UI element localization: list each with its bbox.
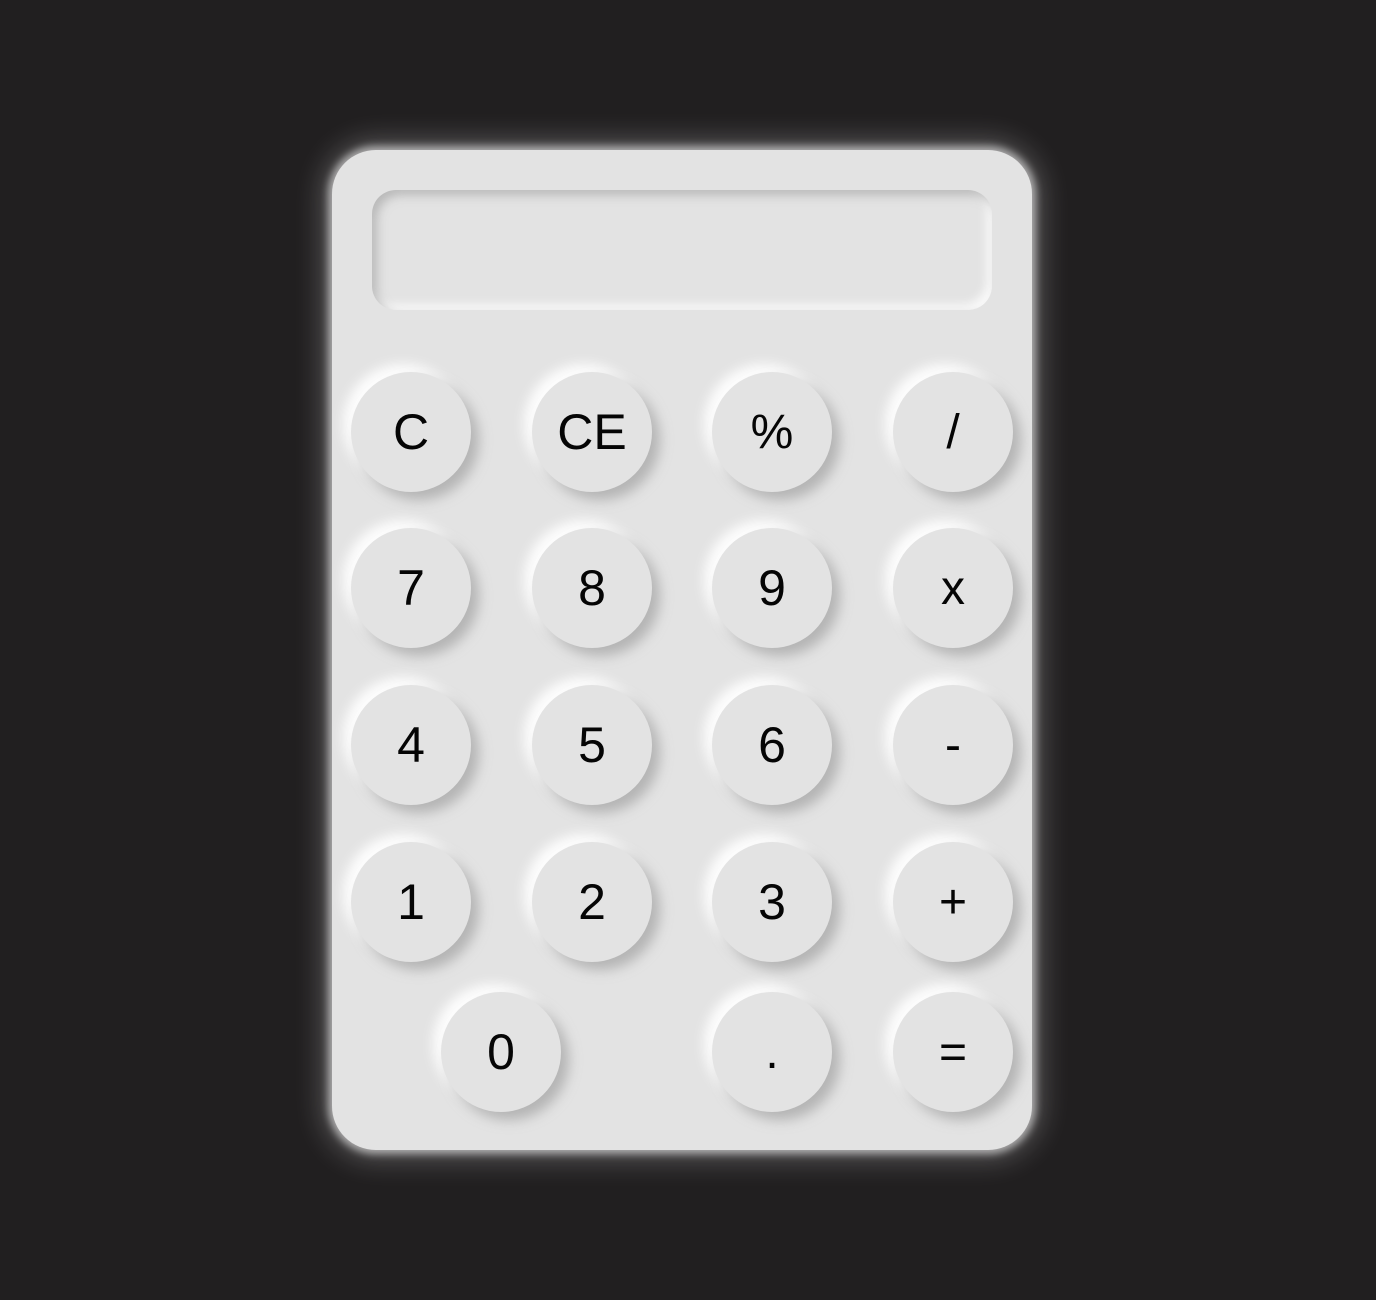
clear-button[interactable]: C	[351, 372, 471, 492]
multiply-button[interactable]: x	[893, 528, 1013, 648]
zero-button[interactable]: 0	[441, 992, 561, 1112]
four-button[interactable]: 4	[351, 685, 471, 805]
two-button[interactable]: 2	[532, 842, 652, 962]
seven-button[interactable]: 7	[351, 528, 471, 648]
add-button[interactable]: +	[893, 842, 1013, 962]
subtract-button[interactable]: -	[893, 685, 1013, 805]
percent-button[interactable]: %	[712, 372, 832, 492]
three-button[interactable]: 3	[712, 842, 832, 962]
one-button[interactable]: 1	[351, 842, 471, 962]
equals-button[interactable]: =	[893, 992, 1013, 1112]
calculator-body: C CE % / 7 8 9 x 4 5 6 - 1 2 3 + 0 . =	[332, 150, 1032, 1150]
decimal-button[interactable]: .	[712, 992, 832, 1112]
display-screen	[372, 190, 992, 310]
divide-button[interactable]: /	[893, 372, 1013, 492]
eight-button[interactable]: 8	[532, 528, 652, 648]
six-button[interactable]: 6	[712, 685, 832, 805]
nine-button[interactable]: 9	[712, 528, 832, 648]
five-button[interactable]: 5	[532, 685, 652, 805]
clear-entry-button[interactable]: CE	[532, 372, 652, 492]
